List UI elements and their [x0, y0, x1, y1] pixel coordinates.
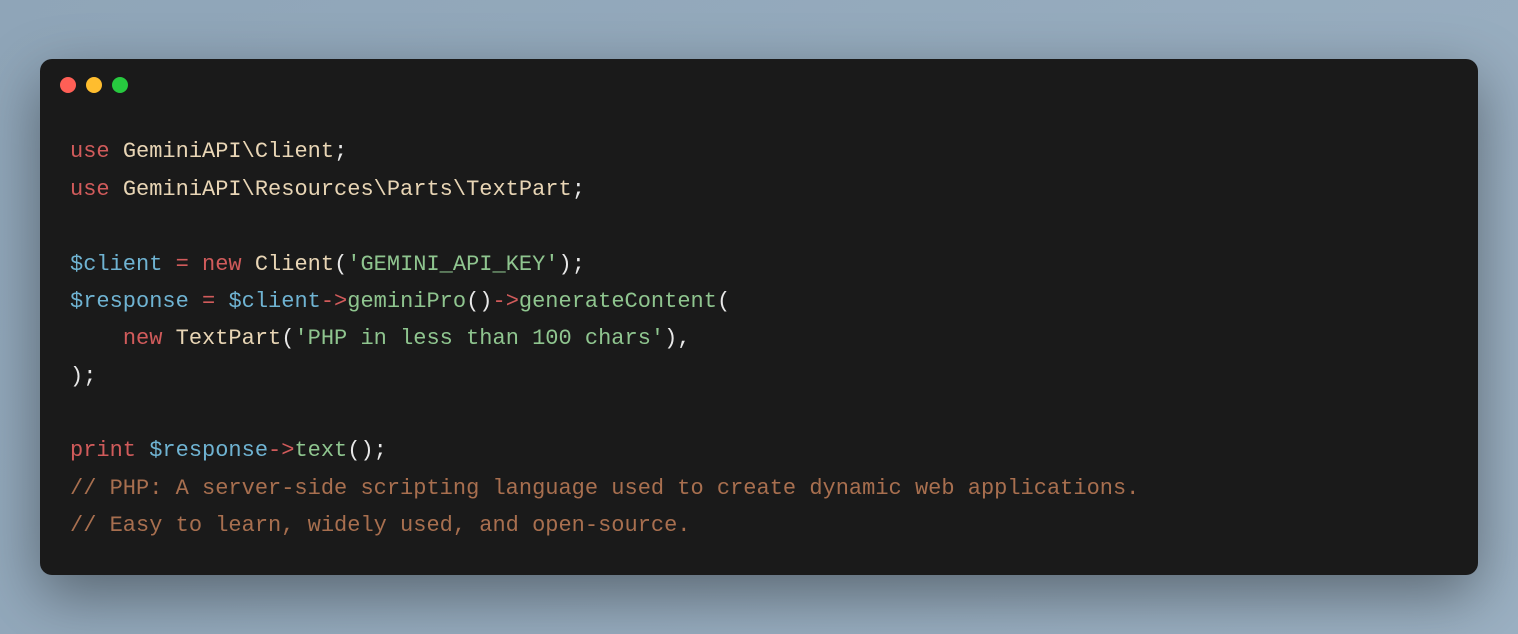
class-name: Client — [255, 252, 334, 277]
variable: $client — [70, 252, 162, 277]
comma: , — [677, 326, 690, 351]
code-line: ); — [70, 364, 96, 389]
paren: ( — [717, 289, 730, 314]
code-line: $response = $client->geminiPro()->genera… — [70, 289, 730, 314]
variable: $response — [70, 289, 189, 314]
semicolon: ; — [572, 252, 585, 277]
keyword-new: new — [202, 252, 242, 277]
code-window: use GeminiAPI\Client; use GeminiAPI\Reso… — [40, 59, 1478, 574]
code-line: print $response->text(); — [70, 438, 387, 463]
paren: ) — [70, 364, 83, 389]
keyword-print: print — [70, 438, 136, 463]
arrow-operator: -> — [493, 289, 519, 314]
close-icon[interactable] — [60, 77, 76, 93]
window-titlebar — [40, 59, 1478, 103]
code-block: use GeminiAPI\Client; use GeminiAPI\Reso… — [40, 103, 1478, 574]
class-name: TextPart — [176, 326, 282, 351]
variable: $response — [149, 438, 268, 463]
comment: // Easy to learn, widely used, and open-… — [70, 513, 691, 538]
operator: = — [189, 289, 229, 314]
keyword-use: use — [70, 177, 110, 202]
semicolon: ; — [334, 139, 347, 164]
semicolon: ; — [572, 177, 585, 202]
maximize-icon[interactable] — [112, 77, 128, 93]
parens: () — [466, 289, 492, 314]
code-line: new TextPart('PHP in less than 100 chars… — [70, 326, 691, 351]
code-line: $client = new Client('GEMINI_API_KEY'); — [70, 252, 585, 277]
paren: ( — [334, 252, 347, 277]
method-call: text — [294, 438, 347, 463]
code-line: use GeminiAPI\Resources\Parts\TextPart; — [70, 177, 585, 202]
arrow-operator: -> — [268, 438, 294, 463]
paren: ( — [281, 326, 294, 351]
namespace: GeminiAPI\Resources\Parts\TextPart — [123, 177, 572, 202]
minimize-icon[interactable] — [86, 77, 102, 93]
arrow-operator: -> — [321, 289, 347, 314]
semicolon: ; — [374, 438, 387, 463]
string-literal: 'PHP in less than 100 chars' — [294, 326, 664, 351]
method-call: generateContent — [519, 289, 717, 314]
comment: // PHP: A server-side scripting language… — [70, 476, 1139, 501]
code-line: // Easy to learn, widely used, and open-… — [70, 513, 691, 538]
string-literal: 'GEMINI_API_KEY' — [347, 252, 558, 277]
paren: ) — [559, 252, 572, 277]
method-call: geminiPro — [347, 289, 466, 314]
code-line: use GeminiAPI\Client; — [70, 139, 347, 164]
namespace: GeminiAPI\Client — [123, 139, 334, 164]
semicolon: ; — [83, 364, 96, 389]
parens: () — [347, 438, 373, 463]
keyword-new: new — [123, 326, 163, 351]
indent — [70, 326, 123, 351]
paren: ) — [664, 326, 677, 351]
keyword-use: use — [70, 139, 110, 164]
variable: $client — [228, 289, 320, 314]
code-line: // PHP: A server-side scripting language… — [70, 476, 1139, 501]
operator: = — [162, 252, 202, 277]
